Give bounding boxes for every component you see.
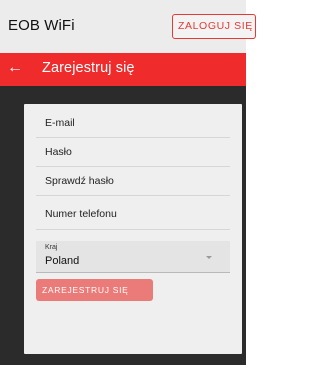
login-button[interactable]: ZALOGUJ SIĘ bbox=[172, 14, 256, 39]
app-title: EOB WiFi bbox=[8, 17, 75, 34]
page-title: Zarejestruj się bbox=[42, 60, 135, 76]
registration-form: E-mail Hasło Sprawdź hasło Numer telefon… bbox=[24, 104, 242, 354]
email-field[interactable]: E-mail bbox=[36, 109, 230, 138]
confirm-password-field-label: Sprawdź hasło bbox=[45, 175, 114, 187]
password-field-label: Hasło bbox=[45, 146, 72, 158]
email-field-label: E-mail bbox=[45, 117, 75, 129]
country-select-caption: Kraj bbox=[45, 244, 58, 251]
phone-field-label: Numer telefonu bbox=[45, 208, 117, 220]
country-select-value: Poland bbox=[45, 255, 80, 267]
country-select[interactable]: Kraj Poland bbox=[36, 241, 230, 273]
register-button[interactable]: ZAREJESTRUJ SIĘ bbox=[36, 279, 153, 301]
page-toolbar: ← Zarejestruj się bbox=[0, 53, 246, 86]
app-header: EOB WiFi ZALOGUJ SIĘ bbox=[0, 0, 256, 53]
confirm-password-field[interactable]: Sprawdź hasło bbox=[36, 167, 230, 196]
chevron-down-icon bbox=[206, 256, 212, 259]
password-field[interactable]: Hasło bbox=[36, 138, 230, 167]
back-arrow-icon[interactable]: ← bbox=[7, 59, 23, 77]
phone-field[interactable]: Numer telefonu bbox=[36, 196, 230, 230]
